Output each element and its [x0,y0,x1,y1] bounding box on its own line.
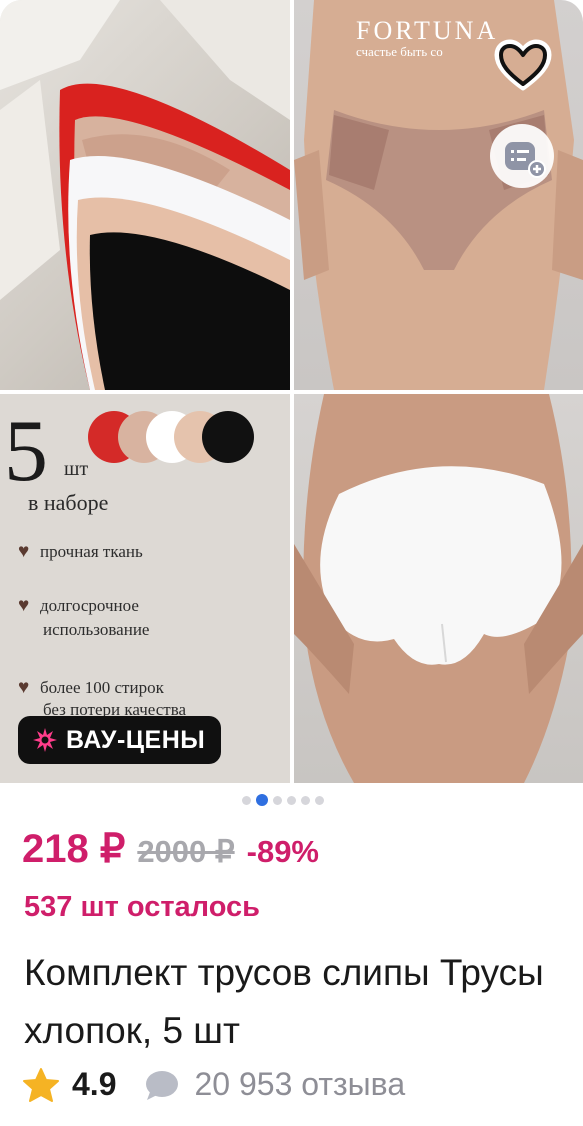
heart-icon [494,39,552,91]
feature-item: ♥ более 100 стирок [18,676,164,700]
comment-icon [146,1070,179,1100]
feature-text: более 100 стирок [40,678,164,697]
brand-name: FORTUNA [356,16,499,45]
star-icon [23,1067,59,1102]
heart-bullet-icon: ♥ [18,677,30,698]
compare-list-icon [505,142,546,178]
rating-row[interactable]: 4.9 20 953 отзыва [22,1066,405,1103]
product-image-gallery[interactable]: FORTUNA счастье быть со 5 шт в наборе ♥ п… [0,0,583,783]
set-label: в наборе [28,490,109,515]
product-card[interactable]: FORTUNA счастье быть со 5 шт в наборе ♥ п… [0,0,583,1126]
feature-item: ♥ долгосрочное использование [18,594,149,642]
feature-item: ♥ прочная ткань [18,540,143,564]
badge-label: ВАУ-ЦЕНЫ [66,725,206,754]
brand-watermark: FORTUNA счастье быть со [356,16,498,60]
discount-percent: -89% [246,834,319,869]
reviews-count: 20 953 отзыва [194,1066,406,1102]
sparkle-icon [33,728,57,752]
pagination-dot-active[interactable] [256,794,268,806]
pagination-dot[interactable] [273,795,282,805]
wow-price-badge: ВАУ-ЦЕНЫ [18,716,222,764]
heart-bullet-icon: ♥ [18,595,30,616]
gallery-image-folded-set [0,0,290,390]
gallery-pagination [242,794,324,806]
rating-value: 4.9 [72,1066,117,1102]
pagination-dot[interactable] [315,795,324,805]
pagination-dot[interactable] [287,795,296,805]
add-to-list-button[interactable] [490,124,554,188]
stock-remaining: 537 шт осталось [24,891,260,923]
current-price: 218 ₽ [22,827,126,871]
feature-text: долгосрочное [40,596,139,615]
favorite-button[interactable] [491,34,555,98]
color-swatches [88,411,254,463]
old-price: 2000 ₽ [137,834,235,869]
feature-text-line2: использование [43,620,150,639]
gallery-image-model-white [294,394,583,783]
price-row: 218 ₽ 2000 ₽ -89% [22,826,319,872]
pagination-dot[interactable] [242,795,251,805]
pagination-dot[interactable] [301,795,310,805]
heart-bullet-icon: ♥ [18,541,30,562]
product-title[interactable]: Комплект трусов слипы Трусы хлопок, 5 шт [24,944,564,1060]
feature-text: прочная ткань [40,542,143,561]
brand-tagline: счастье быть со [356,44,443,59]
